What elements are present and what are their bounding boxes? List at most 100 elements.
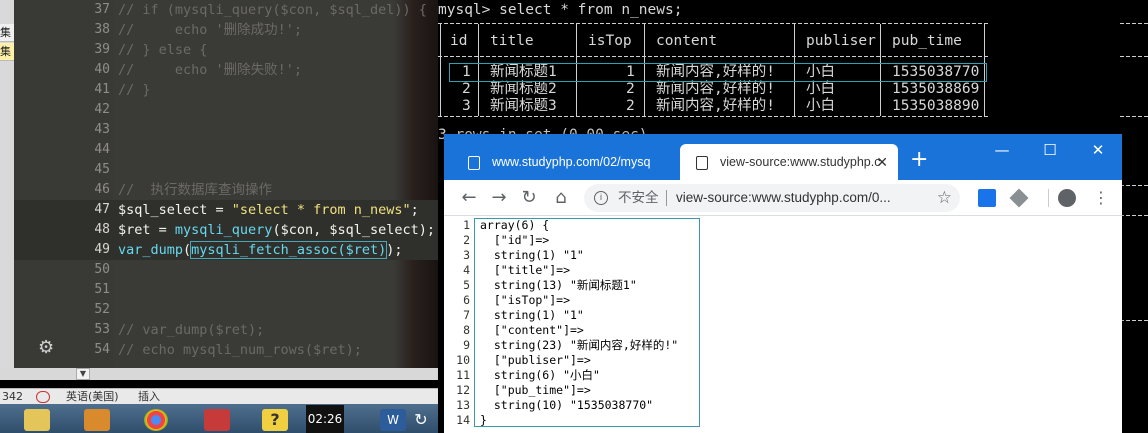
table-header-cell: pub_time [892, 33, 962, 49]
table-column-separator [794, 24, 795, 56]
security-label[interactable]: 不安全 [618, 184, 659, 212]
code-text: $ret = mysqli_query($con, $sql_select); [118, 220, 435, 240]
table-border [438, 116, 990, 117]
source-line-text: ["title"]=> [480, 263, 571, 277]
editor-line[interactable]: 40 // echo '删除失败!'; [14, 60, 438, 80]
line-number: 37 [94, 2, 110, 17]
view-source-content: 1 array(6) {2 ["id"]=> 3 string(1) "1" 4 ["… [444, 216, 1122, 433]
code-text: // } [118, 82, 151, 98]
horizontal-scrollbar[interactable]: ▼ [0, 368, 438, 380]
media-player-icon[interactable] [84, 409, 110, 431]
profile-avatar-icon[interactable] [1058, 189, 1076, 207]
tab-title: www.studyphp.com/02/mysq [492, 155, 651, 169]
download-extension-icon[interactable] [978, 189, 996, 207]
line-number: 38 [94, 22, 110, 37]
editor-line[interactable]: 51 [14, 280, 438, 300]
code-token: ($con, $sql_select); [272, 222, 436, 238]
ime-icon[interactable] [36, 391, 50, 403]
code-token: = [207, 202, 232, 218]
code-editor[interactable]: 37 // if (mysqli_query($con, $sql_del)) {… [14, 0, 438, 368]
line-number: 40 [94, 62, 110, 77]
forward-button[interactable]: → [488, 187, 510, 209]
source-line-text: string(10) "1535038770" [480, 398, 654, 412]
back-button[interactable]: ← [458, 187, 480, 209]
page-icon [468, 156, 480, 170]
taskbar-clock: 02:26 [306, 405, 344, 433]
help-icon[interactable]: ? [262, 409, 288, 431]
scroll-down-arrow-icon[interactable]: ▼ [76, 368, 90, 380]
editor-line[interactable]: 39 // } else { [14, 40, 438, 60]
editor-line[interactable]: 38 // echo '删除成功!'; [14, 20, 438, 40]
code-text: var_dump(mysqli_fetch_assoc($ret)); [118, 240, 403, 260]
table-cell: 新闻标题2 [490, 81, 557, 97]
editor-line[interactable]: 42 [14, 100, 438, 120]
editor-line[interactable]: 50 [14, 260, 438, 280]
table-cell: 1535038869 [892, 81, 980, 97]
table-cell: 2 [626, 98, 635, 114]
tab-view-source[interactable]: view-source:www.studyphp.c ✕ [680, 144, 898, 180]
folder-icon[interactable] [24, 409, 50, 431]
line-number: 46 [94, 182, 110, 197]
chrome-icon[interactable] [144, 409, 168, 431]
page-icon [696, 156, 708, 170]
url-text[interactable]: view-source:www.studyphp.com/0... [676, 184, 891, 212]
source-line-number: 6 [463, 293, 470, 307]
edge-tab[interactable]: 集 [0, 24, 14, 42]
close-tab-icon[interactable]: ✕ [876, 144, 888, 180]
table-header-cell: content [656, 33, 718, 49]
source-line-text: ["isTop"]=> [480, 293, 571, 307]
table-border [1120, 23, 1148, 24]
code-token: $ret [118, 222, 151, 238]
code-token: ); [386, 242, 403, 258]
editor-line[interactable]: 52 [14, 300, 438, 320]
table-border [1120, 56, 1148, 57]
editor-line[interactable]: 41 // } [14, 80, 438, 100]
editor-line[interactable]: 48 $ret = mysqli_query($con, $sql_select)… [14, 220, 438, 240]
bookmark-star-icon[interactable]: ☆ [937, 184, 952, 212]
editor-line[interactable]: 46 // 执行数据库查询操作 [14, 180, 438, 200]
editor-line[interactable]: 54 // echo mysqli_num_rows($ret); [14, 340, 438, 360]
source-line-text: ["content"]=> [480, 323, 584, 337]
line-number: 48 [94, 222, 110, 237]
editor-line[interactable]: 44 [14, 140, 438, 160]
app-red-icon[interactable] [204, 409, 230, 431]
table-cell: 新闻内容,好样的! [656, 81, 775, 97]
table-header-cell: publiser [806, 33, 876, 49]
edge-tab-highlighted[interactable]: 集 [0, 43, 14, 61]
line-number: 50 [94, 262, 110, 277]
maximize-button[interactable]: ☐ [1038, 140, 1062, 160]
new-tab-button[interactable]: + [910, 146, 928, 174]
editor-line[interactable]: 53 // var_dump($ret); [14, 320, 438, 340]
editor-line[interactable]: 49 var_dump(mysqli_fetch_assoc($ret)); [14, 240, 438, 260]
browser-window[interactable]: www.studyphp.com/02/mysq view-source:www… [444, 134, 1122, 433]
editor-line[interactable]: 43 [14, 120, 438, 140]
menu-kebab-icon[interactable]: ⋮ [1090, 187, 1112, 209]
table-cell: 新闻标题3 [490, 98, 557, 114]
source-line-text: string(1) "1" [480, 248, 584, 262]
reload-button[interactable]: ↻ [518, 187, 540, 209]
editor-line[interactable]: 37 // if (mysqli_query($con, $sql_del)) { [14, 0, 438, 20]
table-border [1120, 116, 1148, 117]
code-token: = [150, 222, 175, 238]
gear-icon[interactable]: ⚙ [38, 338, 58, 358]
status-insert-mode[interactable]: 插入 [138, 389, 160, 404]
source-line-text: string(1) "1" [480, 308, 584, 322]
word-icon[interactable]: W [380, 409, 406, 431]
layers-extension-icon[interactable] [1009, 188, 1029, 208]
editor-line[interactable]: 47 $sql_select = "select * from n_news"; [14, 200, 438, 220]
table-cell: 2 [462, 81, 471, 97]
table-header-cell: id [450, 33, 468, 49]
minimize-button[interactable]: — [990, 140, 1014, 160]
toolbar-divider [1048, 189, 1049, 207]
close-window-button[interactable]: ✕ [1086, 140, 1110, 160]
info-icon[interactable]: i [594, 191, 608, 205]
home-button[interactable]: ⌂ [550, 187, 572, 209]
status-language[interactable]: 英语(美国) [66, 389, 119, 404]
tab-studyphp[interactable]: www.studyphp.com/02/mysq [452, 144, 680, 180]
table-column-separator [984, 24, 985, 56]
refresh-icon[interactable]: ↻ [408, 409, 434, 431]
editor-line[interactable]: 45 [14, 160, 438, 180]
line-number: 41 [94, 82, 110, 97]
address-bar[interactable]: i 不安全 view-source:www.studyphp.com/0... … [584, 184, 960, 212]
source-line-number: 3 [463, 248, 470, 262]
